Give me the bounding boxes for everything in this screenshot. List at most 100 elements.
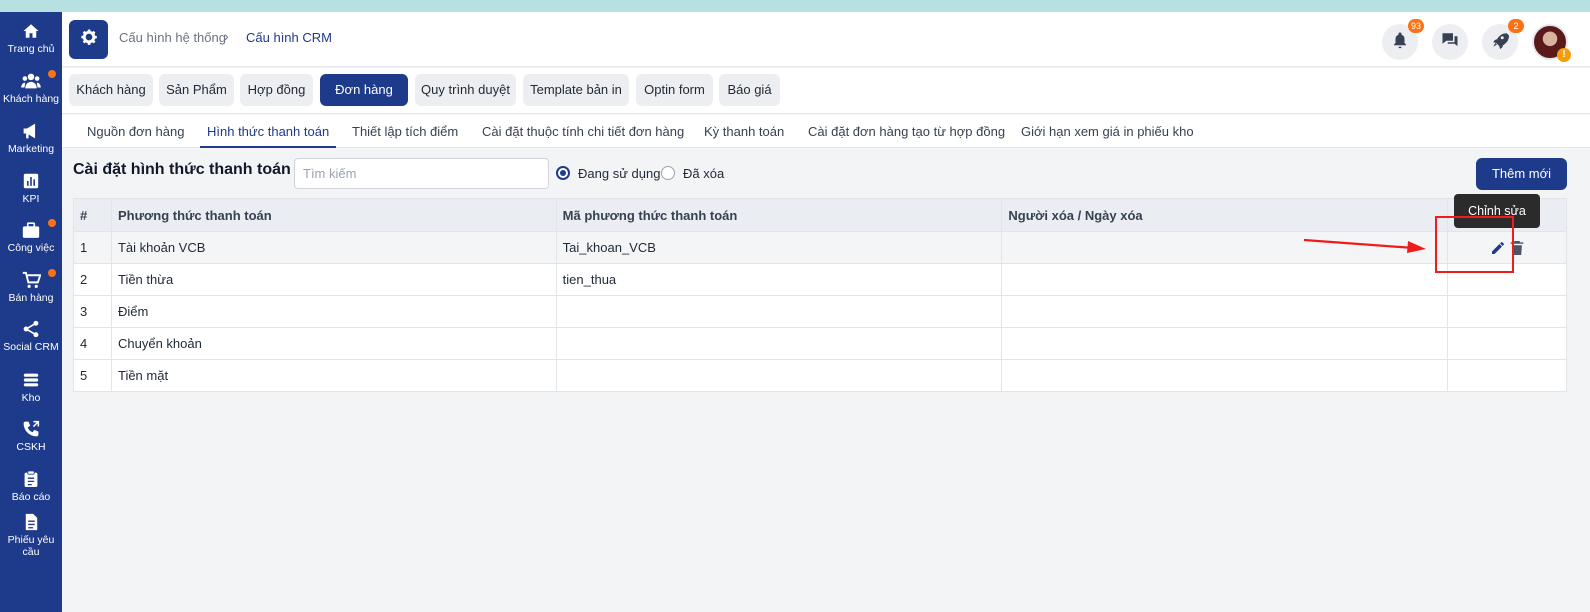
sidebar-item-customer-care[interactable]: CSKH [0, 418, 62, 453]
config-tabs: Khách hàng Sản Phẩm Hợp đồng Đơn hàng Qu… [62, 68, 1590, 114]
sidebar-item-home[interactable]: Trang chủ [0, 20, 62, 55]
subtab-points-setup[interactable]: Thiết lập tích điểm [352, 115, 458, 148]
rocket-icon [1491, 31, 1509, 54]
annotation-highlight-box [1435, 216, 1514, 273]
tab-products[interactable]: Sản Phẩm [159, 74, 234, 106]
column-header-index: # [73, 198, 112, 232]
subtab-order-attributes[interactable]: Cài đặt thuộc tính chi tiết đơn hàng [482, 115, 684, 148]
cart-icon [20, 269, 42, 291]
tab-print-template[interactable]: Template bản in [523, 74, 629, 106]
clipboard-icon [20, 468, 42, 490]
tab-orders[interactable]: Đơn hàng [320, 74, 408, 106]
subtab-contract-orders[interactable]: Cài đặt đơn hàng tạo từ hợp đồng [808, 115, 1005, 148]
payment-methods-table: # Phương thức thanh toán Mã phương thức … [73, 198, 1567, 392]
notification-dot [48, 70, 56, 78]
gear-icon [79, 27, 99, 52]
cell-payment-method: Chuyển khoản [110, 327, 557, 360]
table-row[interactable]: 4 Chuyển khoản [73, 327, 1567, 360]
chat-button[interactable] [1432, 24, 1468, 60]
sidebar-item-customers[interactable]: Khách hàng [0, 70, 62, 105]
column-header-payment-code: Mã phương thức thanh toán [555, 198, 1003, 232]
sub-tabs: Nguồn đơn hàng Hình thức thanh toán Thiế… [62, 115, 1590, 148]
cell-payment-code: Tai_khoan_VCB [555, 231, 1003, 264]
cell-index: 2 [73, 263, 112, 296]
phone-icon [20, 418, 42, 440]
header: Cấu hình hệ thống › Cấu hình CRM 93 2 ! [62, 12, 1590, 67]
megaphone-icon [20, 120, 42, 142]
subtab-payment-methods[interactable]: Hình thức thanh toán [200, 115, 337, 148]
sidebar: Trang chủ Khách hàng Marketing KPI Công … [0, 12, 62, 612]
table-row[interactable]: 5 Tiền mặt [73, 359, 1567, 392]
cell-index: 1 [73, 231, 112, 264]
rocket-badge: 2 [1508, 19, 1524, 33]
filter-label-deleted[interactable]: Đã xóa [683, 166, 724, 181]
cell-deleted-by [1001, 263, 1449, 296]
stack-icon [20, 369, 42, 391]
table-row[interactable]: 3 Điểm [73, 295, 1567, 328]
annotation-arrow-icon [1303, 238, 1426, 253]
cell-actions [1447, 327, 1567, 360]
sidebar-item-label: Social CRM [3, 341, 59, 353]
filter-radio-active[interactable] [556, 166, 570, 180]
sidebar-item-social-crm[interactable]: Social CRM [0, 318, 62, 353]
cell-deleted-by [1001, 295, 1449, 328]
notification-dot [48, 219, 56, 227]
subtab-warehouse-price-limit[interactable]: Giới hạn xem giá in phiếu kho [1021, 115, 1194, 148]
share-icon [20, 318, 42, 340]
briefcase-icon [20, 219, 42, 241]
table-row[interactable]: 2 Tiền thừa tien_thua [73, 263, 1567, 296]
cell-actions [1447, 295, 1567, 328]
column-header-deleted-by: Người xóa / Ngày xóa [1001, 198, 1449, 232]
sidebar-item-label: Phiếu yêu cầu [7, 534, 55, 558]
document-icon [20, 511, 42, 533]
breadcrumb-crm-config: Cấu hình CRM [246, 30, 332, 45]
tab-approval-process[interactable]: Quy trình duyệt [415, 74, 516, 106]
breadcrumb-system-config[interactable]: Cấu hình hệ thống [119, 30, 226, 45]
sidebar-item-marketing[interactable]: Marketing [0, 120, 62, 155]
chart-icon [20, 170, 42, 192]
tab-quotes[interactable]: Báo giá [719, 74, 780, 106]
bell-icon [1391, 31, 1409, 54]
tab-customers[interactable]: Khách hàng [69, 74, 153, 106]
chat-icon [1441, 31, 1459, 54]
notifications-badge: 93 [1407, 19, 1424, 33]
rocket-button[interactable]: 2 [1482, 19, 1524, 60]
users-icon [20, 70, 42, 92]
page-title: Cài đặt hình thức thanh toán [73, 161, 291, 178]
tab-optin-form[interactable]: Optin form [636, 74, 713, 106]
notifications-button[interactable]: 93 [1382, 19, 1424, 60]
table-header-row: # Phương thức thanh toán Mã phương thức … [73, 198, 1567, 232]
sidebar-item-reports[interactable]: Báo cáo [0, 468, 62, 503]
add-new-button[interactable]: Thêm mới [1476, 158, 1567, 190]
cell-payment-method: Điểm [110, 295, 557, 328]
home-icon [20, 20, 42, 42]
sidebar-item-label: Báo cáo [11, 491, 51, 503]
sidebar-item-label: Khách hàng [2, 93, 60, 105]
notification-dot [48, 269, 56, 277]
cell-payment-method: Tiền mặt [110, 359, 557, 392]
cell-payment-code [555, 359, 1003, 392]
warning-icon: ! [1557, 48, 1571, 62]
settings-button[interactable] [69, 20, 108, 59]
tab-contracts[interactable]: Hợp đồng [240, 74, 313, 106]
sidebar-item-warehouse[interactable]: Kho [0, 369, 62, 404]
search-input[interactable] [294, 158, 549, 189]
cell-payment-code [555, 327, 1003, 360]
sidebar-item-label: KPI [22, 193, 40, 205]
sidebar-item-sales[interactable]: Bán hàng [0, 269, 62, 304]
filter-label-active[interactable]: Đang sử dụng [578, 166, 660, 181]
subtab-payment-periods[interactable]: Kỳ thanh toán [704, 115, 784, 148]
sidebar-item-tasks[interactable]: Công việc [0, 219, 62, 254]
sidebar-item-requests[interactable]: Phiếu yêu cầu [0, 511, 62, 558]
subtab-order-source[interactable]: Nguồn đơn hàng [87, 115, 184, 148]
browser-top-strip [0, 0, 1590, 12]
sidebar-item-label: Kho [21, 392, 41, 404]
cell-deleted-by [1001, 359, 1449, 392]
sidebar-item-label: CSKH [16, 441, 46, 453]
sidebar-item-kpi[interactable]: KPI [0, 170, 62, 205]
cell-payment-code: tien_thua [555, 263, 1003, 296]
breadcrumb-separator-icon: › [224, 28, 229, 44]
filter-radio-deleted[interactable] [661, 166, 675, 180]
cell-deleted-by [1001, 327, 1449, 360]
sidebar-item-label: Marketing [7, 143, 55, 155]
